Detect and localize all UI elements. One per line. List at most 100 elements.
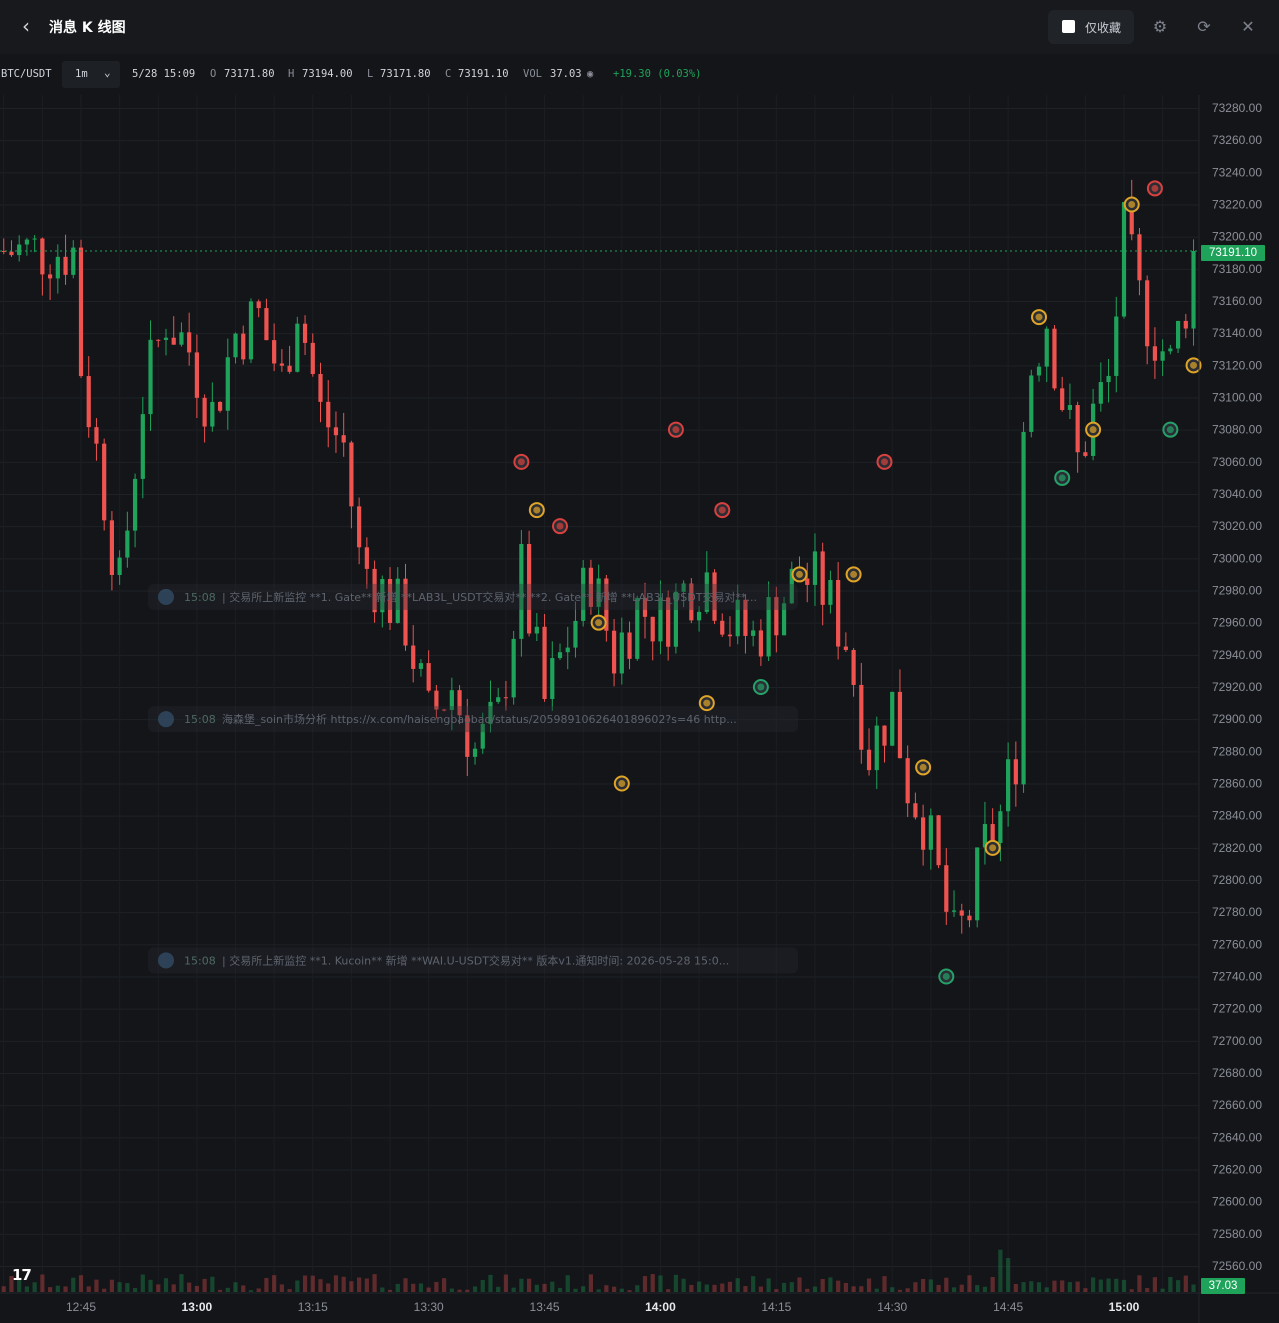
candle-body[interactable] bbox=[720, 620, 725, 635]
candle-body[interactable] bbox=[418, 663, 424, 669]
news-avatar[interactable] bbox=[158, 711, 174, 728]
refresh-icon[interactable]: ⟳ bbox=[1194, 17, 1214, 37]
symbol-label[interactable]: BTC/USDT bbox=[1, 68, 52, 80]
settings-icon[interactable]: ⚙ bbox=[1150, 17, 1170, 37]
candle-body[interactable] bbox=[928, 815, 933, 850]
eye-icon[interactable]: ◉ bbox=[587, 68, 593, 80]
candle-body[interactable] bbox=[951, 910, 957, 912]
candle-body[interactable] bbox=[24, 239, 30, 245]
candle-body[interactable] bbox=[1006, 759, 1011, 812]
candle-body[interactable] bbox=[921, 817, 926, 850]
candle-body[interactable] bbox=[1145, 280, 1150, 347]
candle-body[interactable] bbox=[727, 634, 733, 637]
candle-body[interactable] bbox=[1106, 375, 1111, 383]
candle-body[interactable] bbox=[426, 663, 431, 691]
candle-body[interactable] bbox=[913, 803, 918, 818]
candle-body[interactable] bbox=[256, 301, 261, 309]
candle-body[interactable] bbox=[310, 342, 315, 375]
back-arrow-icon[interactable]: ‹ bbox=[14, 14, 38, 38]
news-avatar[interactable] bbox=[158, 952, 174, 969]
candle-body[interactable] bbox=[55, 256, 60, 279]
candle-body[interactable] bbox=[148, 339, 153, 415]
candlestick-chart[interactable]: 73280.00 73260.00 73240.00 73220.00 73200.00… bbox=[0, 0, 1279, 1323]
candle-body[interactable] bbox=[836, 579, 841, 647]
candle-body[interactable] bbox=[1083, 452, 1088, 456]
candle-body[interactable] bbox=[411, 645, 416, 669]
candle-body[interactable] bbox=[859, 684, 864, 750]
candle-body[interactable] bbox=[233, 333, 238, 358]
candle-body[interactable] bbox=[264, 308, 269, 341]
candle-body[interactable] bbox=[820, 551, 825, 605]
candle-body[interactable] bbox=[1052, 328, 1057, 389]
candle-body[interactable] bbox=[248, 301, 254, 360]
candle-body[interactable] bbox=[1044, 328, 1049, 367]
candle-body[interactable] bbox=[851, 649, 856, 685]
candle-body[interactable] bbox=[1036, 366, 1042, 376]
candle-body[interactable] bbox=[202, 397, 207, 427]
candle-body[interactable] bbox=[874, 725, 879, 771]
candle-body[interactable] bbox=[751, 630, 756, 636]
candle-body[interactable] bbox=[542, 626, 547, 699]
candle-body[interactable] bbox=[843, 646, 848, 650]
candle-body[interactable] bbox=[217, 401, 223, 411]
candle-body[interactable] bbox=[472, 748, 478, 757]
candle-body[interactable] bbox=[534, 626, 539, 634]
candle-body[interactable] bbox=[156, 339, 161, 341]
candle-body[interactable] bbox=[333, 427, 339, 436]
candle-body[interactable] bbox=[619, 632, 624, 674]
candle-body[interactable] bbox=[1067, 405, 1073, 410]
candle-body[interactable] bbox=[975, 847, 980, 921]
candle-body[interactable] bbox=[496, 697, 501, 702]
candle-body[interactable] bbox=[959, 910, 964, 916]
news-avatar[interactable] bbox=[158, 588, 174, 605]
candle-body[interactable] bbox=[364, 547, 369, 569]
candle-body[interactable] bbox=[132, 478, 138, 531]
candle-body[interactable] bbox=[357, 506, 362, 548]
candle-body[interactable] bbox=[171, 337, 176, 345]
candle-body[interactable] bbox=[1137, 234, 1142, 281]
candle-body[interactable] bbox=[163, 337, 169, 340]
candle-body[interactable] bbox=[287, 365, 292, 372]
candle-body[interactable] bbox=[1013, 759, 1018, 785]
candle-body[interactable] bbox=[828, 579, 833, 605]
candle-body[interactable] bbox=[565, 647, 570, 653]
candle-body[interactable] bbox=[1021, 431, 1026, 785]
candle-body[interactable] bbox=[241, 333, 246, 360]
candle-body[interactable] bbox=[611, 630, 617, 674]
candle-body[interactable] bbox=[63, 256, 68, 275]
candle-body[interactable] bbox=[944, 865, 949, 912]
candle-body[interactable] bbox=[9, 251, 14, 256]
candle-body[interactable] bbox=[140, 414, 145, 479]
candle-body[interactable] bbox=[1029, 375, 1034, 432]
candle-body[interactable] bbox=[758, 630, 763, 657]
candle-body[interactable] bbox=[550, 658, 555, 699]
candle-body[interactable] bbox=[94, 427, 99, 444]
candle-body[interactable] bbox=[302, 323, 308, 343]
candle-body[interactable] bbox=[1098, 382, 1103, 404]
candle-body[interactable] bbox=[32, 238, 37, 240]
chevron-down-icon[interactable]: ⌄ bbox=[104, 66, 111, 79]
candle-body[interactable] bbox=[86, 376, 91, 428]
candle-body[interactable] bbox=[573, 620, 578, 648]
candle-body[interactable] bbox=[1175, 320, 1181, 349]
candle-body[interactable] bbox=[326, 401, 331, 428]
candle-body[interactable] bbox=[71, 247, 76, 275]
candle-body[interactable] bbox=[882, 725, 887, 746]
candle-body[interactable] bbox=[1168, 348, 1173, 352]
close-icon[interactable]: ✕ bbox=[1238, 17, 1258, 37]
candle-body[interactable] bbox=[905, 758, 910, 804]
candle-body[interactable] bbox=[272, 340, 277, 364]
candle-body[interactable] bbox=[511, 638, 516, 698]
candle-body[interactable] bbox=[318, 374, 323, 402]
candle-body[interactable] bbox=[1191, 250, 1196, 329]
candle-body[interactable] bbox=[503, 697, 509, 699]
interval-value[interactable]: 1m bbox=[75, 68, 88, 80]
candle-body[interactable] bbox=[78, 247, 84, 377]
candle-body[interactable] bbox=[557, 652, 563, 659]
candle-body[interactable] bbox=[650, 616, 655, 642]
candle-body[interactable] bbox=[1152, 346, 1158, 361]
candle-body[interactable] bbox=[967, 915, 972, 921]
candle-body[interactable] bbox=[210, 401, 215, 427]
candle-body[interactable] bbox=[890, 691, 895, 746]
candle-body[interactable] bbox=[805, 578, 810, 585]
